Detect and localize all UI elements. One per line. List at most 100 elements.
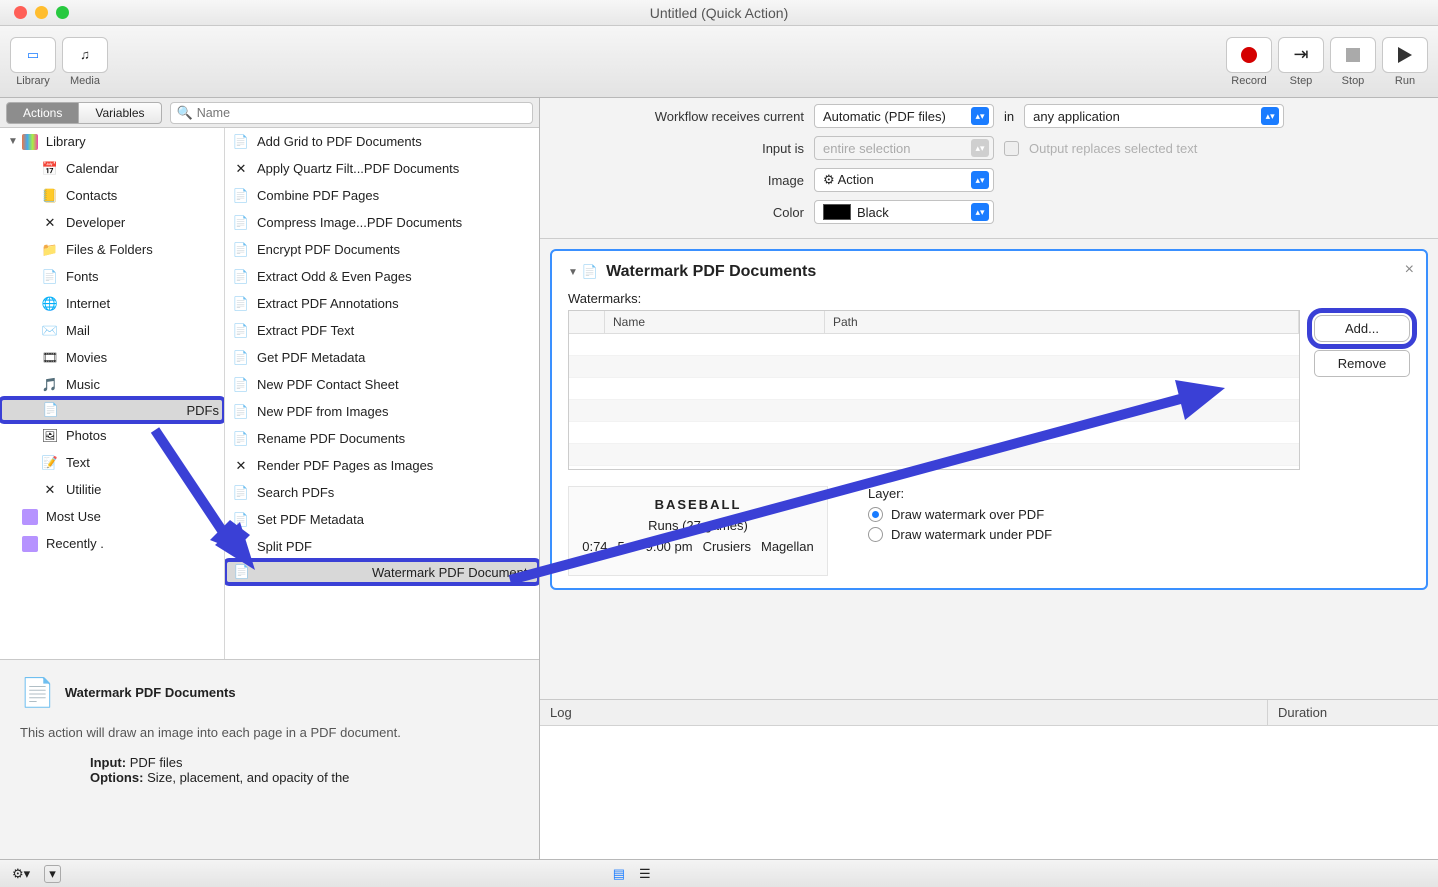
library-icon: ▭ — [27, 47, 39, 63]
search-input[interactable] — [197, 106, 526, 120]
col-name: Name — [605, 311, 825, 333]
receives-select[interactable]: Automatic (PDF files) ▴▾ — [814, 104, 994, 128]
color-swatch — [823, 204, 851, 220]
search-field[interactable]: 🔍 — [170, 102, 534, 124]
color-select[interactable]: Black ▴▾ — [814, 200, 994, 224]
action-item[interactable]: 📄Extract PDF Text — [225, 317, 539, 344]
action-item[interactable]: ✕Apply Quartz Filt...PDF Documents — [225, 155, 539, 182]
disclosure-triangle-icon[interactable]: ▼ — [568, 267, 578, 278]
radio-over-pdf[interactable]: Draw watermark over PDF — [868, 507, 1410, 522]
library-category-internet[interactable]: 🌐Internet — [0, 290, 224, 317]
input-is-select: entire selection ▴▾ — [814, 136, 994, 160]
stop-toolbar-button[interactable]: Stop — [1330, 37, 1376, 87]
action-item[interactable]: 📄Compress Image...PDF Documents — [225, 209, 539, 236]
action-item[interactable]: 📄New PDF from Images — [225, 398, 539, 425]
media-toolbar-button[interactable]: ♫ Media — [62, 37, 108, 87]
action-item[interactable]: 📄Encrypt PDF Documents — [225, 236, 539, 263]
category-icon: 🖼 — [42, 428, 58, 444]
watermarks-table[interactable]: Name Path — [568, 310, 1300, 470]
action-item[interactable]: 📄Rename PDF Documents — [225, 425, 539, 452]
action-item[interactable]: 📄Extract Odd & Even Pages — [225, 263, 539, 290]
run-toolbar-button[interactable]: Run — [1382, 37, 1428, 87]
view-flow-button[interactable]: ☰ — [639, 866, 651, 882]
library-category-photos[interactable]: 🖼Photos — [0, 422, 224, 449]
library-category-music[interactable]: 🎵Music — [0, 371, 224, 398]
receives-label: Workflow receives current — [554, 109, 804, 124]
info-title: Watermark PDF Documents — [65, 685, 236, 700]
library-category-contacts[interactable]: 📒Contacts — [0, 182, 224, 209]
category-icon: 🎞 — [42, 350, 58, 366]
category-icon: 📒 — [42, 188, 58, 204]
table-row[interactable] — [569, 356, 1299, 378]
image-select[interactable]: ⚙ Action ▴▾ — [814, 168, 994, 192]
tab-actions[interactable]: Actions — [6, 102, 79, 124]
action-item[interactable]: 📄Set PDF Metadata — [225, 506, 539, 533]
record-icon — [1241, 47, 1257, 63]
library-category-developer[interactable]: ✕Developer — [0, 209, 224, 236]
log-pane: Log Duration — [540, 699, 1438, 859]
pdf-action-icon: 📄 — [233, 539, 249, 555]
pdf-action-icon: 📄 — [234, 564, 250, 580]
pdf-action-icon: 📄 — [233, 242, 249, 258]
step-toolbar-button[interactable]: ⇥ Step — [1278, 37, 1324, 87]
library-category-fonts[interactable]: 📄Fonts — [0, 263, 224, 290]
close-card-button[interactable]: × — [1405, 261, 1414, 279]
library-recently-added[interactable]: Recently . — [0, 530, 224, 557]
add-watermark-button[interactable]: Add... — [1314, 315, 1410, 342]
action-item[interactable]: 📄Combine PDF Pages — [225, 182, 539, 209]
library-category-text[interactable]: 📝Text — [0, 449, 224, 476]
output-replaces-checkbox — [1004, 141, 1019, 156]
library-category-calendar[interactable]: 📅Calendar — [0, 155, 224, 182]
table-row[interactable] — [569, 444, 1299, 466]
disclosure-triangle-icon[interactable]: ▼ — [8, 136, 18, 147]
library-category-pdfs[interactable]: 📄PDFs — [0, 398, 224, 422]
application-select[interactable]: any application ▴▾ — [1024, 104, 1284, 128]
library-categories-list[interactable]: ▼ Library 📅Calendar📒Contacts✕Developer📁F… — [0, 128, 225, 659]
library-most-used[interactable]: Most Use — [0, 503, 224, 530]
col-checkbox — [569, 311, 605, 333]
action-item[interactable]: 📄New PDF Contact Sheet — [225, 371, 539, 398]
log-body[interactable] — [540, 726, 1438, 859]
library-category-files-folders[interactable]: 📁Files & Folders — [0, 236, 224, 263]
folder-icon — [22, 536, 38, 552]
action-item[interactable]: 📄Search PDFs — [225, 479, 539, 506]
pdf-action-icon: 📄 — [233, 215, 249, 231]
category-icon: 📁 — [42, 242, 58, 258]
library-category-utilitie[interactable]: ✕Utilitie — [0, 476, 224, 503]
gear-icon: ⚙ — [823, 172, 835, 187]
radio-icon — [868, 527, 883, 542]
pdf-action-icon: 📄 — [582, 264, 598, 280]
library-category-mail[interactable]: ✉️Mail — [0, 317, 224, 344]
record-toolbar-button[interactable]: Record — [1226, 37, 1272, 87]
pdf-action-icon: 📄 — [233, 188, 249, 204]
radio-under-pdf[interactable]: Draw watermark under PDF — [868, 527, 1410, 542]
watermark-preview: BASEBALL Runs (27 games) 0:745m9:00 pmCr… — [568, 486, 828, 576]
library-category-movies[interactable]: 🎞Movies — [0, 344, 224, 371]
action-item[interactable]: 📄Watermark PDF Documents — [225, 560, 539, 584]
action-item[interactable]: 📄Split PDF — [225, 533, 539, 560]
log-column-header: Log — [540, 700, 1268, 725]
category-icon: 📝 — [42, 455, 58, 471]
gear-menu-button[interactable]: ⚙▾ — [12, 866, 30, 882]
table-row[interactable] — [569, 378, 1299, 400]
workflow-options: Workflow receives current Automatic (PDF… — [540, 98, 1438, 239]
pdf-action-icon: 📄 — [233, 377, 249, 393]
table-row[interactable] — [569, 400, 1299, 422]
remove-watermark-button[interactable]: Remove — [1314, 350, 1410, 377]
library-icon — [22, 134, 38, 150]
pdf-action-icon: 📄 — [233, 431, 249, 447]
view-list-button[interactable]: ▤ — [613, 866, 625, 882]
table-row[interactable] — [569, 422, 1299, 444]
library-toolbar-button[interactable]: ▭ Library — [10, 37, 56, 87]
action-item[interactable]: ✕Render PDF Pages as Images — [225, 452, 539, 479]
tab-variables[interactable]: Variables — [79, 102, 161, 124]
quicklook-button[interactable]: ▾ — [44, 865, 61, 883]
radio-icon — [868, 507, 883, 522]
action-item[interactable]: 📄Get PDF Metadata — [225, 344, 539, 371]
actions-list[interactable]: 📄Add Grid to PDF Documents✕Apply Quartz … — [225, 128, 539, 659]
action-item[interactable]: 📄Add Grid to PDF Documents — [225, 128, 539, 155]
table-row[interactable] — [569, 334, 1299, 356]
watermark-action-card: ▼ 📄 Watermark PDF Documents × Watermarks… — [550, 249, 1428, 590]
library-root[interactable]: ▼ Library — [0, 128, 224, 155]
action-item[interactable]: 📄Extract PDF Annotations — [225, 290, 539, 317]
